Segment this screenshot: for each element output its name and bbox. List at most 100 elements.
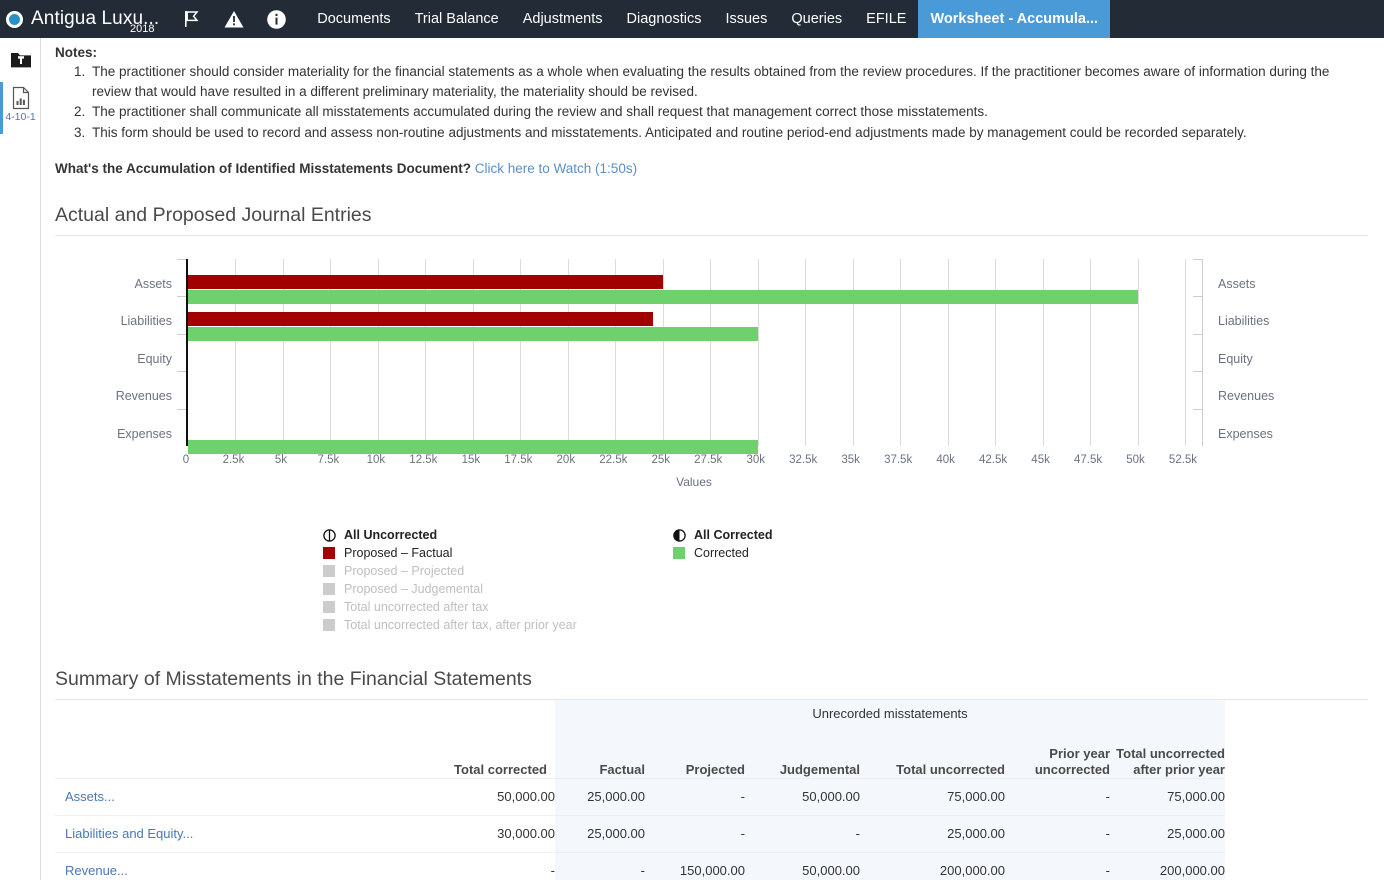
legend-item-label: Proposed – Factual [344, 546, 452, 560]
y-axis-tick [177, 334, 186, 335]
top-bar: Antigua Luxu... 2018 DocumentsTrial Bala… [0, 0, 1384, 38]
main-navigation: DocumentsTrial BalanceAdjustmentsDiagnos… [305, 0, 1110, 38]
nav-item-issues[interactable]: Issues [713, 0, 779, 38]
nav-item-queries[interactable]: Queries [779, 0, 854, 38]
legend-header-all-uncorrected[interactable]: All Uncorrected [323, 526, 577, 544]
chart-category-label-right: Assets [1218, 277, 1256, 291]
chart-plot-area [186, 259, 1202, 446]
chart-right-axis-line [1202, 259, 1203, 446]
info-icon[interactable] [265, 8, 287, 30]
column-header: Judgemental [745, 726, 860, 778]
bar-assets-factual[interactable] [188, 275, 663, 289]
legend-item-label: Proposed – Projected [344, 564, 464, 578]
bar-assets-corrected[interactable] [188, 290, 1138, 304]
legend-item[interactable]: Total uncorrected after tax, after prior… [323, 616, 577, 634]
legend-header-label: All Uncorrected [344, 528, 437, 542]
legend-swatch [323, 583, 335, 595]
warning-icon[interactable] [223, 8, 245, 30]
cell-total_uncorrected: 25,000.00 [860, 815, 1005, 852]
row-link[interactable]: Liabilities and Equity... [55, 815, 435, 852]
chart-category-label-right: Liabilities [1218, 314, 1269, 328]
grid-line [1185, 259, 1186, 446]
cell-factual: - [555, 852, 645, 880]
note-item: The practitioner shall communicate all m… [89, 102, 1368, 122]
cell-total_uncorrected_after_prior_year: 75,000.00 [1110, 778, 1225, 815]
grid-line [1043, 259, 1044, 446]
grid-line [900, 259, 901, 446]
bar-liabilities-factual[interactable] [188, 312, 653, 326]
summary-table: Unrecorded misstatements Total corrected… [55, 700, 1225, 880]
legend-column-corrected: All Corrected Corrected [673, 526, 773, 562]
y-axis-tick-right [1193, 334, 1202, 335]
nav-item-efile[interactable]: EFILE [854, 0, 918, 38]
table-row: Revenue...--150,000.0050,000.00200,000.0… [55, 852, 1225, 880]
grid-line [758, 259, 759, 446]
table-column-header-row: Total correctedFactualProjectedJudgement… [55, 726, 1225, 778]
half-circle-left-icon [323, 529, 336, 542]
y-axis-tick-right [1193, 409, 1202, 410]
watch-video-link[interactable]: Click here to Watch (1:50s) [475, 161, 637, 176]
legend-header-all-corrected[interactable]: All Corrected [673, 526, 773, 544]
bar-expenses-corrected[interactable] [188, 440, 758, 454]
journal-entries-chart: AssetsLiabilitiesEquityRevenuesExpenses … [55, 254, 1368, 504]
legend-header-label: All Corrected [694, 528, 773, 542]
legend-item-label: Corrected [694, 546, 749, 560]
pinned-folder-icon[interactable] [0, 38, 41, 82]
half-circle-filled-icon [673, 529, 686, 542]
legend-swatch [323, 547, 335, 559]
legend-item-label: Proposed – Judgemental [344, 582, 483, 596]
chart-category-label-left: Liabilities [55, 314, 180, 328]
nav-item-trial-balance[interactable]: Trial Balance [403, 0, 511, 38]
y-axis-tick [177, 371, 186, 372]
bar-liabilities-corrected[interactable] [188, 327, 758, 341]
summary-section-title: Summary of Misstatements in the Financia… [55, 668, 1368, 700]
table-group-header-row: Unrecorded misstatements [55, 700, 1225, 726]
row-link[interactable]: Assets... [55, 778, 435, 815]
chart-legend: All Uncorrected Proposed – Factual Propos… [55, 526, 1368, 636]
brand: Antigua Luxu... 2018 [0, 0, 163, 38]
legend-item[interactable]: Proposed – Projected [323, 562, 577, 580]
app-logo-icon [6, 11, 23, 28]
group-header-unrecorded: Unrecorded misstatements [555, 700, 1225, 726]
legend-item[interactable]: Proposed – Factual [323, 544, 577, 562]
column-header [55, 726, 435, 778]
nav-item-documents[interactable]: Documents [305, 0, 402, 38]
chart-section-title: Actual and Proposed Journal Entries [55, 204, 1368, 236]
y-axis-tick-right [1193, 259, 1202, 260]
nav-item-adjustments[interactable]: Adjustments [511, 0, 615, 38]
column-header: Total corrected [435, 726, 555, 778]
legend-item[interactable]: Corrected [673, 544, 773, 562]
cell-prior_year_uncorrected: - [1005, 778, 1110, 815]
cell-total_uncorrected_after_prior_year: 25,000.00 [1110, 815, 1225, 852]
top-icon-group [181, 0, 287, 38]
chart-category-label-left: Revenues [55, 389, 180, 403]
legend-item[interactable]: Total uncorrected after tax [323, 598, 577, 616]
grid-line [948, 259, 949, 446]
sidebar-item-label: 4-10-1 [5, 111, 35, 123]
legend-item[interactable]: Proposed – Judgemental [323, 580, 577, 598]
cell-total_uncorrected: 200,000.00 [860, 852, 1005, 880]
grid-line [663, 259, 664, 446]
table-body: Assets...50,000.0025,000.00-50,000.0075,… [55, 778, 1225, 880]
left-rail: 4-10-1 [0, 38, 41, 880]
y-axis-tick [177, 409, 186, 410]
flag-icon[interactable] [181, 8, 203, 30]
cell-factual: 25,000.00 [555, 815, 645, 852]
y-axis-tick [177, 259, 186, 260]
legend-item-label: Total uncorrected after tax, after prior… [344, 618, 577, 632]
cell-judgemental: 50,000.00 [745, 852, 860, 880]
y-axis-tick-right [1193, 371, 1202, 372]
row-link[interactable]: Revenue... [55, 852, 435, 880]
cell-total_uncorrected: 75,000.00 [860, 778, 1005, 815]
help-question-row: What's the Accumulation of Identified Mi… [55, 161, 1368, 176]
column-header: Prior year uncorrected [1005, 726, 1110, 778]
cell-projected: - [645, 815, 745, 852]
y-axis-tick [177, 296, 186, 297]
notes-heading: Notes: [55, 45, 1368, 60]
nav-item-worksheet-accumula[interactable]: Worksheet - Accumula... [918, 0, 1110, 38]
nav-item-diagnostics[interactable]: Diagnostics [615, 0, 714, 38]
cell-projected: 150,000.00 [645, 852, 745, 880]
chart-category-label-right: Revenues [1218, 389, 1274, 403]
chart-category-label-left: Equity [55, 352, 180, 366]
sidebar-item-document[interactable]: 4-10-1 [0, 82, 41, 134]
